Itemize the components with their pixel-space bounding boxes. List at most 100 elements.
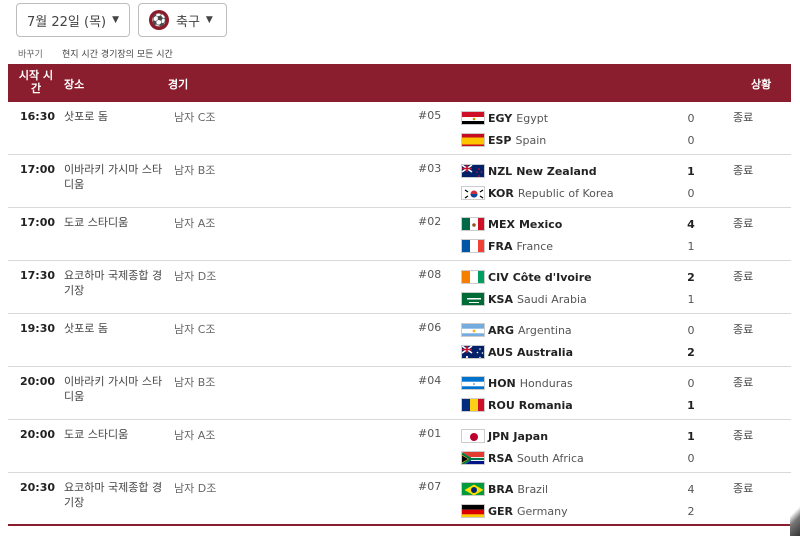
match-time: 16:30	[20, 110, 56, 123]
team-entry[interactable]: NZL New Zealand	[461, 163, 597, 179]
team-code: RSA	[488, 451, 513, 465]
team-entry[interactable]: RSA South Africa	[461, 450, 584, 466]
timezone-change-link[interactable]: 바꾸기	[18, 50, 43, 60]
team-entry[interactable]: JPN Japan	[461, 428, 548, 444]
match-number: #05	[418, 109, 442, 122]
team-name: Spain	[515, 133, 547, 147]
chevron-down-icon: ▼	[205, 15, 213, 25]
team-score: 0	[687, 377, 695, 390]
match-time: 17:30	[20, 269, 56, 282]
team-entry[interactable]: MEX Mexico	[461, 216, 562, 232]
match-venue: 요코하마 국제종합 경기장	[64, 269, 163, 297]
team-score: 1	[687, 240, 695, 253]
match-status: 종료	[733, 482, 754, 495]
match-event: 남자 C조	[174, 323, 216, 336]
rou-flag-icon	[461, 398, 485, 412]
table-row[interactable]: 20:30 요코하마 국제종합 경기장 남자 D조 #07 BRA Brazil 4 …	[8, 473, 791, 526]
match-status: 종료	[733, 270, 754, 283]
table-row[interactable]: 20:00 도쿄 스타디움 남자 A조 #01 JPN Japan 1 RSA Sou…	[8, 420, 791, 473]
jpn-flag-icon	[461, 429, 485, 443]
match-time: 17:00	[20, 163, 56, 176]
team-code: BRA	[488, 482, 514, 496]
esp-flag-icon	[461, 133, 485, 147]
match-time: 17:00	[20, 216, 56, 229]
match-number: #01	[418, 427, 442, 440]
match-number: #07	[418, 480, 442, 493]
table-row[interactable]: 17:00 이바라키 가시마 스타디움 남자 B조 #03 NZL New Zeala…	[8, 155, 791, 208]
match-status: 종료	[733, 111, 754, 124]
team-score: 2	[687, 505, 695, 518]
team-score: 0	[687, 112, 695, 125]
team-score: 1	[687, 165, 695, 178]
team-code: HON	[488, 376, 516, 390]
team-score: 0	[687, 452, 695, 465]
team-score: 0	[687, 187, 695, 200]
team-code: GER	[488, 504, 514, 518]
table-row[interactable]: 16:30 삿포로 돔 남자 C조 #05 EGY Egypt 0 ESP Spain…	[8, 102, 791, 155]
match-event: 남자 A조	[174, 429, 216, 442]
match-venue: 도쿄 스타디움	[64, 428, 129, 441]
team-code: KSA	[488, 292, 513, 306]
team-code: CIV	[488, 270, 509, 284]
table-row[interactable]: 17:30 요코하마 국제종합 경기장 남자 D조 #08 CIV Côte d'Iv…	[8, 261, 791, 314]
match-venue: 요코하마 국제종합 경기장	[64, 481, 163, 509]
bra-flag-icon	[461, 482, 485, 496]
timezone-bar: 바꾸기 현지 시간 경기장의 모든 시간	[18, 47, 173, 60]
fra-flag-icon	[461, 239, 485, 253]
match-status: 종료	[733, 429, 754, 442]
table-row[interactable]: 20:00 이바라키 가시마 스타디움 남자 B조 #04 HON Honduras …	[8, 367, 791, 420]
team-code: NZL	[488, 164, 513, 178]
team-score: 1	[687, 399, 695, 412]
team-code: ESP	[488, 133, 512, 147]
match-number: #02	[418, 215, 442, 228]
timezone-description: 현지 시간 경기장의 모든 시간	[62, 50, 173, 60]
sport-dropdown[interactable]: ⚽ 축구 ▼	[138, 3, 227, 37]
table-row[interactable]: 19:30 삿포로 돔 남자 C조 #06 ARG Argentina 0 AUS A…	[8, 314, 791, 367]
date-dropdown[interactable]: 7월 22일 (목) ▼	[16, 3, 130, 37]
team-entry[interactable]: GER Germany	[461, 503, 568, 519]
header-event: 경기	[168, 78, 189, 91]
team-name: Argentina	[518, 323, 572, 337]
team-entry[interactable]: HON Honduras	[461, 375, 573, 391]
ger-flag-icon	[461, 504, 485, 518]
match-venue: 이바라키 가시마 스타디움	[64, 375, 163, 403]
page-edge-decoration	[790, 496, 800, 536]
table-header: 시작 시간 장소 경기 상황	[8, 64, 791, 102]
team-code: ROU	[488, 398, 515, 412]
team-code: MEX	[488, 217, 515, 231]
team-score: 2	[687, 271, 695, 284]
team-entry[interactable]: ESP Spain	[461, 132, 546, 148]
team-entry[interactable]: ROU Romania	[461, 397, 573, 413]
table-row[interactable]: 17:00 도쿄 스타디움 남자 A조 #02 MEX Mexico 4 FRA Fr…	[8, 208, 791, 261]
team-entry[interactable]: FRA France	[461, 238, 553, 254]
team-code: FRA	[488, 239, 513, 253]
team-score: 0	[687, 134, 695, 147]
team-score: 4	[687, 218, 695, 231]
team-entry[interactable]: KSA Saudi Arabia	[461, 291, 587, 307]
team-name: Honduras	[519, 376, 573, 390]
header-time: 시작 시간	[18, 69, 54, 95]
team-name: Japan	[513, 429, 549, 443]
match-time: 20:30	[20, 481, 56, 494]
team-entry[interactable]: EGY Egypt	[461, 110, 548, 126]
team-entry[interactable]: KOR Republic of Korea	[461, 185, 614, 201]
sport-label: 축구	[176, 14, 200, 30]
match-venue: 삿포로 돔	[64, 322, 108, 335]
ksa-flag-icon	[461, 292, 485, 306]
team-name: France	[516, 239, 554, 253]
team-entry[interactable]: BRA Brazil	[461, 481, 548, 497]
match-event: 남자 C조	[174, 111, 216, 124]
rsa-flag-icon	[461, 451, 485, 465]
chevron-down-icon: ▼	[112, 15, 120, 25]
match-venue: 삿포로 돔	[64, 110, 108, 123]
team-entry[interactable]: ARG Argentina	[461, 322, 572, 338]
arg-flag-icon	[461, 323, 485, 337]
team-name: Mexico	[518, 217, 563, 231]
team-entry[interactable]: AUS Australia	[461, 344, 573, 360]
team-entry[interactable]: CIV Côte d'Ivoire	[461, 269, 592, 285]
team-code: JPN	[488, 429, 510, 443]
match-status: 종료	[733, 323, 754, 336]
match-number: #03	[418, 162, 442, 175]
team-score: 4	[687, 483, 695, 496]
header-status: 상황	[751, 78, 772, 91]
